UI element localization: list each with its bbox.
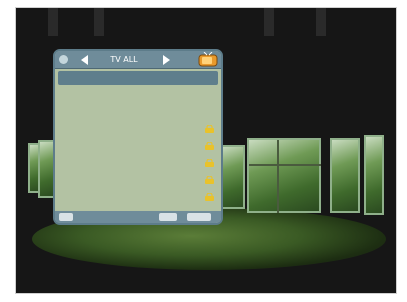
channel-number	[61, 73, 81, 83]
menu-title: TV ALL	[110, 55, 138, 64]
ceiling-slat	[316, 8, 326, 36]
footer-key-button[interactable]	[59, 213, 73, 221]
tv-icon	[198, 52, 218, 67]
ceiling-slat	[94, 8, 104, 36]
channel-row[interactable]	[58, 105, 218, 119]
channel-row[interactable]	[58, 88, 218, 102]
menu-footer	[55, 211, 221, 223]
window-pane	[330, 138, 360, 213]
lock-icon	[205, 176, 214, 184]
menu-bullet-icon	[59, 55, 68, 64]
channel-number	[61, 192, 81, 202]
channel-number	[61, 124, 81, 134]
channel-row[interactable]	[58, 190, 218, 204]
ceiling-slat	[264, 8, 274, 36]
footer-key-button[interactable]	[159, 213, 177, 221]
channel-row[interactable]	[58, 156, 218, 170]
channel-number	[61, 158, 81, 168]
channel-number	[61, 141, 81, 151]
channel-name	[88, 141, 198, 151]
footer-hint-text	[95, 212, 153, 222]
lock-icon	[205, 193, 214, 201]
channel-row[interactable]	[58, 71, 218, 85]
channel-name	[88, 107, 198, 117]
window-pane	[247, 138, 321, 213]
channel-name	[88, 124, 198, 134]
ceiling-slat	[48, 8, 58, 36]
channel-row[interactable]	[58, 122, 218, 136]
window-pane	[364, 135, 384, 215]
screen-frame: TV ALL	[15, 7, 397, 294]
footer-key-button[interactable]	[187, 213, 211, 221]
channel-name	[88, 73, 198, 83]
channel-row[interactable]	[58, 173, 218, 187]
channel-number	[61, 90, 81, 100]
lock-icon	[205, 142, 214, 150]
channel-row[interactable]	[58, 139, 218, 153]
lock-icon	[205, 125, 214, 133]
lock-icon	[205, 159, 214, 167]
channel-name	[88, 158, 198, 168]
channel-name	[88, 192, 198, 202]
chevron-left-icon[interactable]	[81, 55, 88, 65]
channel-name	[88, 90, 198, 100]
chevron-right-icon[interactable]	[163, 55, 170, 65]
channel-list-menu: TV ALL	[53, 49, 223, 225]
menu-header: TV ALL	[55, 51, 221, 69]
channel-number	[61, 175, 81, 185]
channel-number	[61, 107, 81, 117]
channel-name	[88, 175, 198, 185]
